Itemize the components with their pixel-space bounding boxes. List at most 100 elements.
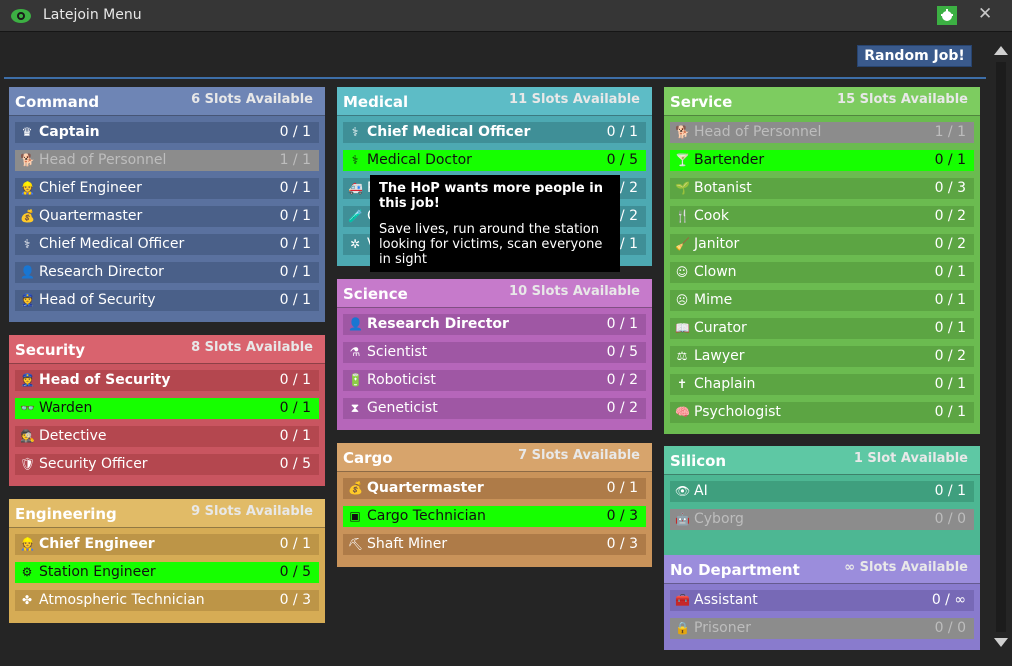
botanist-icon: 🌱	[675, 181, 690, 195]
job-scientist[interactable]: ⚗ Scientist 0 / 5	[343, 342, 646, 363]
job-research-director[interactable]: 👤 Research Director 0 / 1	[15, 262, 319, 283]
job-botanist[interactable]: 🌱 Botanist 0 / 3	[670, 178, 974, 199]
dept-name: Science	[343, 285, 408, 303]
job-slots: 0 / 1	[606, 480, 638, 496]
job-prisoner[interactable]: 🔒 Prisoner 0 / 0	[670, 618, 974, 639]
job-name: Mime	[694, 292, 733, 308]
dept-header: Service 15 Slots Available	[664, 87, 980, 116]
job-tooltip: The HoP wants more people in this job! S…	[370, 175, 620, 272]
job-ai[interactable]: 👁 AI 0 / 1	[670, 481, 974, 502]
job-name: Quartermaster	[367, 480, 484, 496]
job-slots: 0 / 1	[279, 428, 311, 444]
job-geneticist[interactable]: ⧗ Geneticist 0 / 2	[343, 398, 646, 419]
dept-service: Service 15 Slots Available 🐕 Head of Person…	[664, 87, 980, 434]
job-chief-medical-officer[interactable]: ⚕ Chief Medical Officer 0 / 1	[343, 122, 646, 143]
job-psychologist[interactable]: 🧠 Psychologist 0 / 1	[670, 402, 974, 423]
job-name: Cargo Technician	[367, 508, 486, 524]
random-job-button[interactable]: Random Job!	[857, 45, 972, 67]
job-slots: 0 / 0	[934, 620, 966, 636]
job-quartermaster[interactable]: 💰 Quartermaster 0 / 1	[15, 206, 319, 227]
dept-slots: ∞ Slots Available	[844, 560, 968, 575]
job-slots: 0 / 1	[279, 400, 311, 416]
dept-slots: 15 Slots Available	[837, 92, 968, 107]
job-name: Head of Security	[39, 292, 156, 308]
job-janitor[interactable]: 🧹 Janitor 0 / 2	[670, 234, 974, 255]
job-curator[interactable]: 📖 Curator 0 / 1	[670, 318, 974, 339]
job-name: Head of Personnel	[39, 152, 167, 168]
job-slots: 0 / 5	[279, 456, 311, 472]
job-cargo-technician[interactable]: ▣ Cargo Technician 0 / 3	[343, 506, 646, 527]
scrollbar[interactable]	[990, 42, 1012, 652]
job-chief-engineer[interactable]: 👷 Chief Engineer 0 / 1	[15, 178, 319, 199]
geneticist-icon: ⧗	[350, 401, 360, 415]
roboticist-icon: 🔋	[348, 373, 363, 387]
job-head-of-security[interactable]: 👮 Head of Security 0 / 1	[15, 370, 319, 391]
job-slots: 0 / 1	[279, 264, 311, 280]
job-detective[interactable]: 🕵 Detective 0 / 1	[15, 426, 319, 447]
job-chief-engineer[interactable]: 👷 Chief Engineer 0 / 1	[15, 534, 319, 555]
job-chaplain[interactable]: ✝ Chaplain 0 / 1	[670, 374, 974, 395]
job-name: Cyborg	[694, 511, 744, 527]
job-cyborg[interactable]: 🤖 Cyborg 0 / 0	[670, 509, 974, 530]
job-name: Shaft Miner	[367, 536, 448, 552]
station-engineer-icon: ⚙	[21, 565, 33, 579]
job-slots: 0 / 0	[934, 511, 966, 527]
dept-name: Engineering	[15, 505, 117, 523]
job-assistant[interactable]: 🧰 Assistant 0 / ∞	[670, 590, 974, 611]
research-director-icon: 👤	[20, 265, 35, 279]
bug-icon[interactable]	[937, 6, 957, 25]
lawyer-icon: ⚖	[676, 349, 688, 363]
job-name: Roboticist	[367, 372, 436, 388]
quartermaster-icon: 💰	[20, 209, 35, 223]
job-name: Security Officer	[39, 456, 148, 472]
dept-header: Engineering 9 Slots Available	[9, 499, 325, 528]
job-quartermaster[interactable]: 💰 Quartermaster 0 / 1	[343, 478, 646, 499]
job-head-of-personnel[interactable]: 🐕 Head of Personnel 1 / 1	[15, 150, 319, 171]
job-warden[interactable]: 👓 Warden 0 / 1	[15, 398, 319, 419]
eye-icon	[11, 9, 31, 23]
research-director-icon: 👤	[348, 317, 363, 331]
job-slots: 0 / 5	[279, 564, 311, 580]
job-head-of-security[interactable]: 👮 Head of Security 0 / 1	[15, 290, 319, 311]
shaft-miner-icon: ⛏	[348, 537, 364, 551]
job-shaft-miner[interactable]: ⛏ Shaft Miner 0 / 3	[343, 534, 646, 555]
dept-name: Command	[15, 93, 100, 111]
close-icon[interactable]: ✕	[978, 4, 992, 24]
job-name: Cook	[694, 208, 730, 224]
job-name: Detective	[39, 428, 107, 444]
job-name: Botanist	[694, 180, 752, 196]
job-station-engineer[interactable]: ⚙ Station Engineer 0 / 5	[15, 562, 319, 583]
job-research-director[interactable]: 👤 Research Director 0 / 1	[343, 314, 646, 335]
prisoner-icon: 🔒	[675, 621, 690, 635]
job-bartender[interactable]: 🍸 Bartender 0 / 1	[670, 150, 974, 171]
dept-name: Medical	[343, 93, 409, 111]
captain-icon: ♛	[21, 125, 33, 139]
medical-doctor-icon: ⚕	[351, 153, 359, 167]
job-roboticist[interactable]: 🔋 Roboticist 0 / 2	[343, 370, 646, 391]
dept-science: Science 10 Slots Available 👤 Research Direc…	[337, 279, 652, 430]
job-clown[interactable]: ☺ Clown 0 / 1	[670, 262, 974, 283]
job-name: Medical Doctor	[367, 152, 472, 168]
bartender-icon: 🍸	[675, 153, 690, 167]
job-name: Geneticist	[367, 400, 438, 416]
job-chief-medical-officer[interactable]: ⚕ Chief Medical Officer 0 / 1	[15, 234, 319, 255]
dept-slots: 11 Slots Available	[509, 92, 640, 107]
job-head-of-personnel[interactable]: 🐕 Head of Personnel 1 / 1	[670, 122, 974, 143]
scroll-up-icon[interactable]	[994, 46, 1008, 55]
job-cook[interactable]: 🍴 Cook 0 / 2	[670, 206, 974, 227]
scroll-down-icon[interactable]	[994, 638, 1008, 647]
job-name: Prisoner	[694, 620, 751, 636]
job-slots: 0 / 1	[279, 536, 311, 552]
scroll-track[interactable]	[996, 62, 1006, 632]
job-captain[interactable]: ♛ Captain 0 / 1	[15, 122, 319, 143]
job-atmospheric-technician[interactable]: ✤ Atmospheric Technician 0 / 3	[15, 590, 319, 611]
job-slots: 0 / 2	[934, 348, 966, 364]
job-name: Assistant	[694, 592, 758, 608]
job-medical-doctor[interactable]: ⚕ Medical Doctor 0 / 5	[343, 150, 646, 171]
job-security-officer[interactable]: 🛡 Security Officer 0 / 5	[15, 454, 319, 475]
job-lawyer[interactable]: ⚖ Lawyer 0 / 2	[670, 346, 974, 367]
job-mime[interactable]: ☹ Mime 0 / 1	[670, 290, 974, 311]
job-slots: 0 / 1	[279, 124, 311, 140]
job-name: AI	[694, 483, 708, 499]
job-slots: 0 / 2	[606, 372, 638, 388]
